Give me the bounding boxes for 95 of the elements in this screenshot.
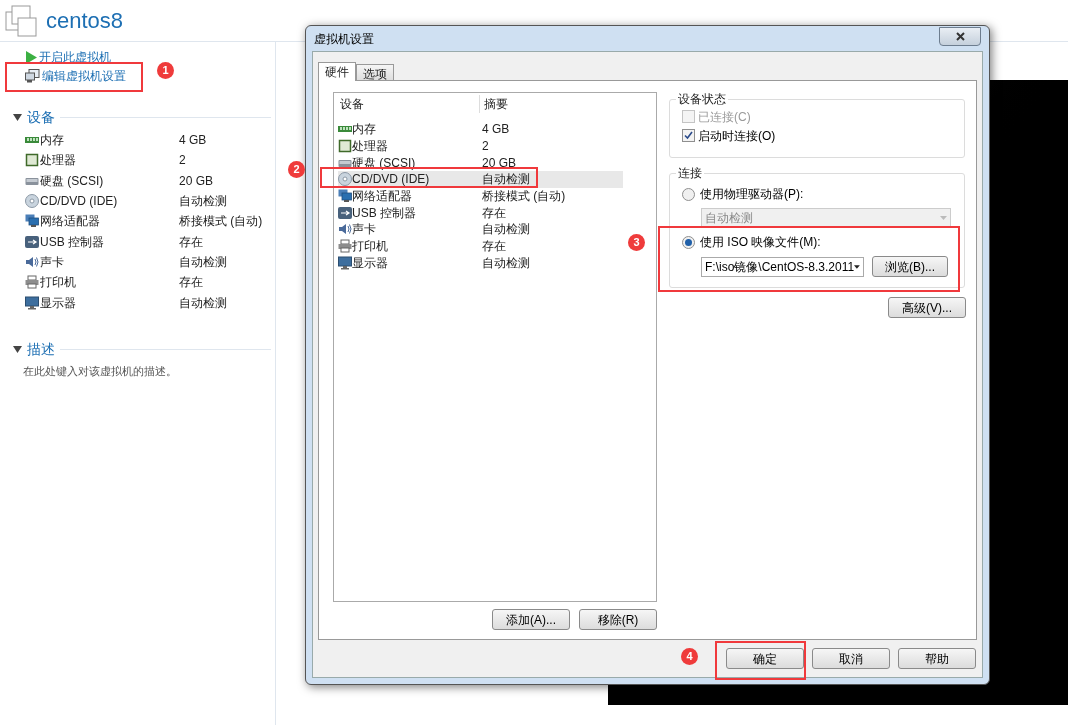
tab[interactable]: 选项 [356,64,394,80]
checkbox-label: 启动时连接(O) [698,127,776,145]
dialog-button[interactable]: 确定 [726,648,804,669]
speaker-icon [338,222,352,237]
step-number-badge: 2 [288,161,305,178]
step-number-badge: 1 [157,62,174,79]
device-name: 内存 [40,132,65,150]
column-header[interactable]: 摘要 [480,95,508,113]
play-icon [25,50,37,64]
chip-icon [338,139,352,154]
device-name: 网络适配器 [352,189,412,204]
network-monitor-icon [338,189,352,204]
disc-icon [338,172,352,187]
checkbox-label: 已连接(C) [698,108,751,126]
device-name: CD/DVD (IDE) [352,172,430,187]
device-row[interactable]: CD/DVD (IDE) 自动检测 [338,171,623,188]
monitor-icon [25,295,39,310]
monitor-icon [338,255,352,270]
group-title: 设备状态 [676,92,728,106]
list-action-button[interactable]: 添加(A)... [492,609,570,630]
device-summary: 4 GB [482,121,510,139]
group-title: 连接 [676,166,704,180]
device-row[interactable]: 声卡 自动检测 [338,221,623,238]
checkbox[interactable] [682,129,695,142]
device-name: 打印机 [40,274,77,292]
speaker-icon [25,254,39,269]
column-header[interactable]: 设备 [338,95,480,113]
close-icon [955,32,965,41]
usb-icon [25,234,39,249]
device-value: 自动检测 [179,253,227,271]
device-value: 4 GB [179,132,207,150]
device-summary: 桥接模式 (自动) [482,188,566,206]
device-name: 网络适配器 [40,213,101,231]
browse-button[interactable]: 浏览(B)... [872,256,948,277]
device-row[interactable]: 网络适配器 桥接模式 (自动) [338,187,623,205]
device-name: 显示器 [352,255,388,270]
device-value: 存在 [179,233,203,251]
device-value: 2 [179,152,186,170]
collapse-triangle-icon[interactable] [13,345,22,353]
device-name: 内存 [352,122,376,137]
disc-icon [25,194,39,209]
device-value: 存在 [179,274,203,292]
virtual-machine-icon [5,4,37,37]
device-summary: 20 GB [482,154,517,172]
device-row[interactable]: 内存 4 GB [338,121,623,138]
section-title: 设备 [27,108,55,127]
action-link[interactable]: 编辑虚拟机设置 [25,68,126,84]
tab[interactable]: 硬件 [318,62,356,81]
usb-icon [338,205,352,220]
device-summary: 自动检测 [482,171,530,189]
list-action-button[interactable]: 移除(R) [579,609,657,630]
device-value: 自动检测 [179,294,227,312]
dropdown-arrow-icon [940,216,947,220]
device-name: 处理器 [40,152,77,170]
network-monitor-icon [25,214,39,229]
printer-icon [338,239,352,254]
device-summary: 存在 [482,204,506,222]
device-summary: 存在 [482,238,506,256]
dropdown[interactable]: F:\iso镜像\CentOS-8.3.2011 [701,256,864,277]
device-row[interactable]: 打印机 存在 [338,237,623,255]
device-name: 打印机 [352,239,388,254]
collapse-triangle-icon[interactable] [13,114,22,121]
action-link[interactable]: 开启此虚拟机 [25,49,111,65]
device-value: 桥接模式 (自动) [179,213,263,231]
device-name: USB 控制器 [352,205,416,220]
device-name: USB 控制器 [40,233,105,251]
close-button[interactable] [939,27,981,46]
description-hint[interactable]: 在此处键入对该虚拟机的描述。 [0,362,275,380]
radio-button[interactable] [682,235,695,249]
vm-title: centos8 [46,7,124,35]
device-name: CD/DVD (IDE) [40,193,119,211]
device-summary: 自动检测 [482,254,530,272]
radio-label: 使用 ISO 映像文件(M): [700,234,821,251]
device-row[interactable]: 显示器 自动检测 [338,254,623,272]
printer-icon [25,275,39,290]
device-name: 显示器 [40,294,77,312]
device-row[interactable]: 处理器 2 [338,137,623,155]
checkmark-icon [684,131,693,140]
dialog-title: 虚拟机设置 [314,30,374,48]
chip-icon [25,153,39,168]
section-title: 描述 [27,339,55,359]
device-summary: 自动检测 [482,221,530,239]
advanced-button[interactable]: 高级(V)... [888,297,966,318]
dialog-button[interactable]: 帮助 [898,648,976,669]
device-name: 声卡 [352,222,376,237]
dropdown-arrow-icon [854,264,860,269]
dialog-button[interactable]: 取消 [812,648,890,669]
radio-label: 使用物理驱动器(P): [700,186,804,203]
device-value: 自动检测 [179,193,227,211]
device-summary: 2 [482,138,489,156]
device-name: 声卡 [40,253,65,271]
device-name: 处理器 [352,139,388,154]
device-row[interactable]: USB 控制器 存在 [338,204,623,222]
device-name: 硬盘 (SCSI) [40,172,105,190]
device-value: 20 GB [179,172,214,190]
